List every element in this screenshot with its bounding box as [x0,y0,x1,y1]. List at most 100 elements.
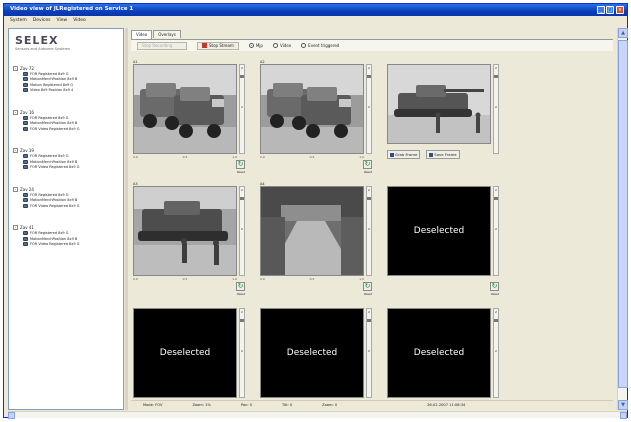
zoom-slider[interactable]: 22 [239,64,245,154]
device-tree-panel: SELEX Sensors and Airborne Systems - Zav … [8,28,124,410]
tree-item[interactable]: FOR Video Registered 8x9 G [23,165,121,171]
tree-item[interactable]: FOR Video Registered 8x9 G [23,126,121,132]
save-frame-button[interactable]: Save Frame [426,150,460,159]
stop-recording-button[interactable]: Stop Recording [137,41,187,50]
slider-top-label: 2 [368,66,370,70]
zoom-slider[interactable]: 22 [493,186,499,276]
video-frame-image [261,187,363,275]
camera-icon [23,121,28,126]
camera-icon [23,154,28,159]
horizontal-scrollbar[interactable] [8,411,627,419]
menu-video[interactable]: Video [73,18,86,24]
slider-knob[interactable] [367,319,371,322]
zoom-slider[interactable]: 22 [366,186,372,276]
refresh-label: Reset [364,170,372,174]
vertical-scrollbar[interactable]: ▲ ▼ [617,28,628,410]
scroll-down-icon[interactable]: ▼ [618,400,628,410]
refresh-icon[interactable]: ↻ [363,282,372,291]
slider-mid-label: 2 [368,227,370,231]
video-view[interactable] [260,186,364,276]
video-frame-image [134,187,236,275]
slider-top-label: 2 [495,188,497,192]
deselected-view[interactable]: Deselected [260,308,364,398]
refresh-label: Reset [364,292,372,296]
tick-label: 1.0 [232,277,237,281]
menu-devices[interactable]: Devices [33,18,51,24]
scroll-thumb[interactable] [618,40,628,388]
slider-knob[interactable] [367,197,371,200]
video-view[interactable] [387,64,491,144]
radio-mjp-label: Mjp [255,43,263,48]
menu-view[interactable]: View [57,18,68,24]
scroll-left-icon[interactable] [8,412,15,419]
refresh-icon[interactable]: ↻ [236,282,245,291]
tree-node-label: Zav 72 [20,65,34,71]
tree-item[interactable]: FOR Video Registered 8x9 G [23,203,121,209]
tick-label: 0.0 [133,277,138,281]
refresh-icon[interactable]: ↻ [490,282,499,291]
camera-icon [23,71,28,76]
zoom-slider[interactable]: 22 [493,308,499,398]
slider-knob[interactable] [494,319,498,322]
radio-video[interactable]: Video [272,43,291,48]
camera-icon [23,165,28,170]
refresh-icon[interactable]: ↻ [236,160,245,169]
refresh-icon[interactable]: ↻ [363,160,372,169]
menu-system[interactable]: System [10,18,27,24]
video-view[interactable] [133,186,237,276]
tree-item[interactable]: FOR Video Registered 8x9 G [23,242,121,248]
maximize-button[interactable]: □ [606,6,614,14]
video-frame-image [261,65,363,153]
scroll-right-icon[interactable] [620,412,627,419]
slider-mid-label: 2 [368,349,370,353]
radio-mjp[interactable]: Mjp [248,43,263,48]
expander-icon[interactable]: - [13,186,18,192]
zoom-slider[interactable]: 22 [239,186,245,276]
expander-icon[interactable]: - [13,225,18,230]
minimize-button[interactable]: _ [597,6,605,14]
slider-knob[interactable] [240,319,244,322]
zoom-slider[interactable]: 22 [239,308,245,398]
scroll-up-icon[interactable]: ▲ [618,28,628,38]
tree-item[interactable]: Video 8x9 Position 8x9 4 [23,88,121,94]
slider-knob[interactable] [367,75,371,78]
slider-knob[interactable] [240,197,244,200]
timeline-ticks: 0.0 0.5 1.0 [133,155,237,159]
window-title: Video view of JLRegistered on Service 1 [10,6,134,12]
tab-overlays[interactable]: Overlays [153,30,181,38]
zoom-slider[interactable]: 22 [366,64,372,154]
disk-icon [429,152,434,157]
slider-mid-label: 2 [495,227,497,231]
zoom-slider[interactable]: 22 [493,64,499,154]
deselected-view[interactable]: Deselected [133,308,237,398]
slider-top-label: 2 [495,310,497,314]
expander-icon[interactable]: - [13,65,18,71]
stop-stream-button[interactable]: Stop Stream [197,41,239,50]
slider-knob[interactable] [494,75,498,78]
tab-video[interactable]: Video [131,30,153,39]
logo-tagline: Sensors and Airborne Systems [15,47,70,51]
expander-icon[interactable]: - [13,148,18,153]
close-button[interactable]: x [616,6,624,14]
deselected-view[interactable]: Deselected [387,308,491,398]
deselected-view[interactable]: Deselected [387,186,491,276]
slider-mid-label: 2 [241,349,243,353]
zoom-slider[interactable]: 22 [366,308,372,398]
slider-knob[interactable] [494,197,498,200]
radio-video-dot [272,43,278,48]
status-tilt: Tilt: 0 [281,402,293,407]
video-view[interactable] [260,64,364,154]
video-cell: A3 2 2 0.0 0.5 1.0 ↻ Reset [133,182,245,306]
title-bar[interactable]: Video view of JLRegistered on Service 1 … [4,4,627,16]
slider-top-label: 2 [495,66,497,70]
tick-label: 0.0 [260,277,265,281]
expander-icon[interactable]: - [13,109,18,115]
slider-knob[interactable] [240,75,244,78]
video-view[interactable] [133,64,237,154]
grab-frame-button[interactable]: Grab Frame [387,150,421,159]
stop-stream-label: Stop Stream [209,43,234,48]
video-cell: Deselected 2 2 ↻ Reset [387,186,499,306]
panel-splitter[interactable] [125,28,128,410]
radio-event-triggered[interactable]: Event triggered [301,43,339,48]
slider-top-label: 2 [368,188,370,192]
